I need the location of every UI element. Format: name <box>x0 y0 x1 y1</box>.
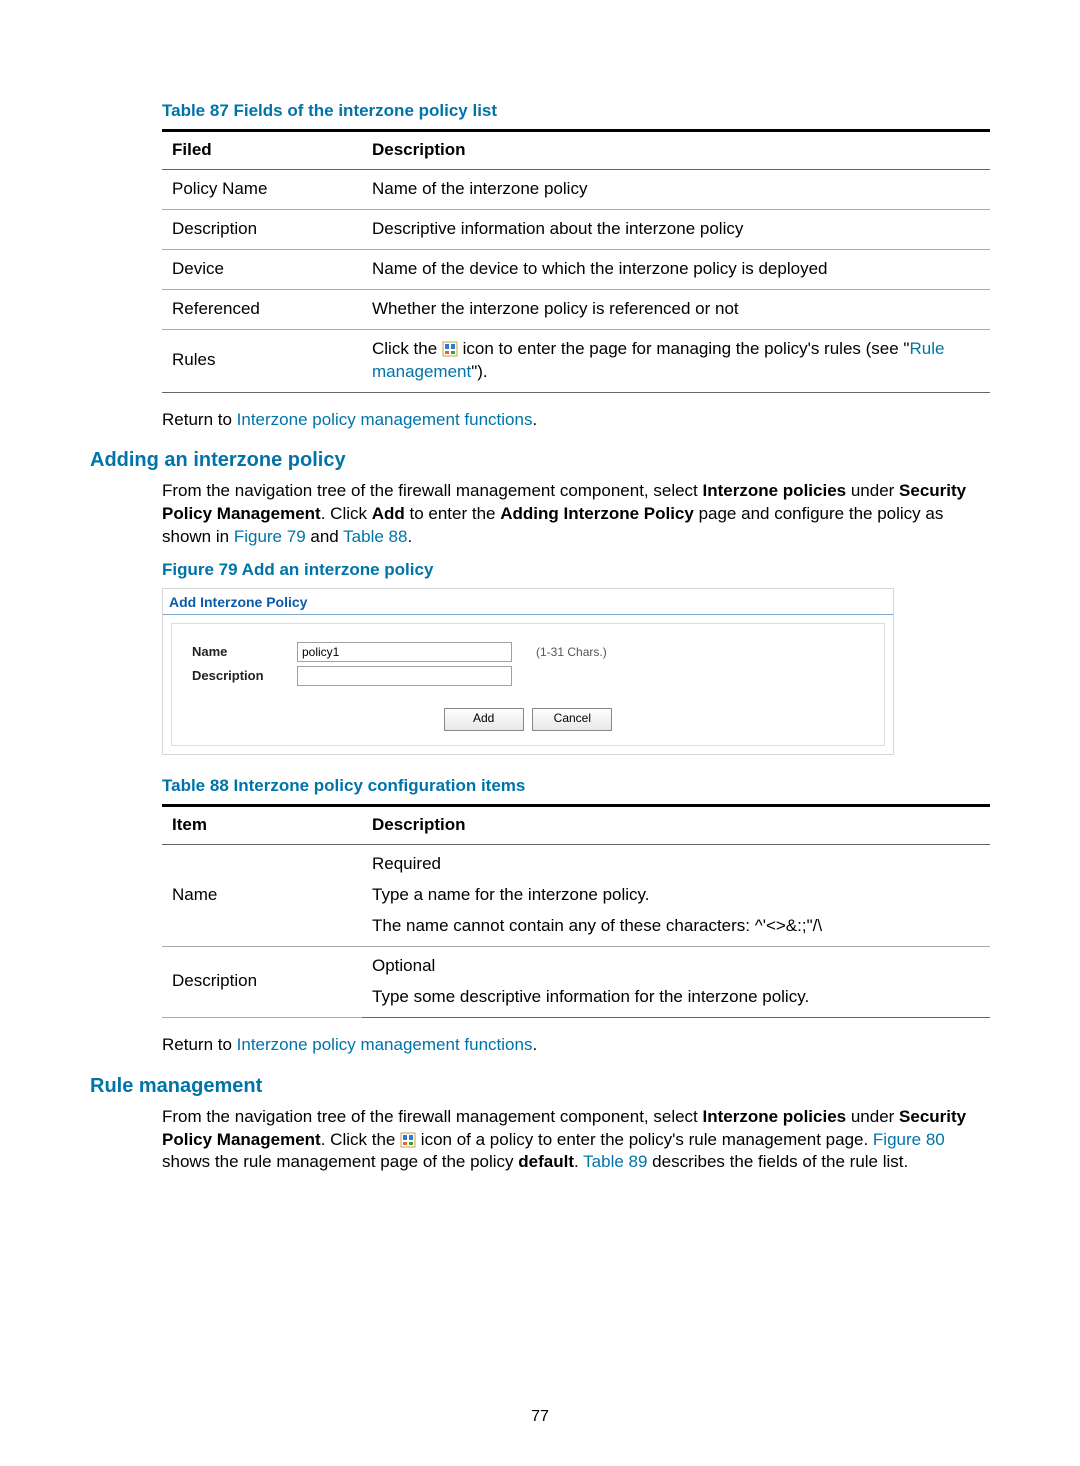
table-row: Referenced Whether the interzone policy … <box>162 289 990 329</box>
figure80-link[interactable]: Figure 80 <box>873 1130 945 1149</box>
txt: under <box>846 1107 899 1126</box>
table-row: Device Name of the device to which the i… <box>162 249 990 289</box>
table-row: Rules Click the icon to enter the page f… <box>162 329 990 392</box>
cell-text: Click the <box>372 339 442 358</box>
table88-link[interactable]: Table 88 <box>343 527 407 546</box>
return-line: Return to Interzone policy management fu… <box>162 409 990 432</box>
heading-adding-interzone-policy: Adding an interzone policy <box>90 449 990 472</box>
cell-field: Policy Name <box>162 169 362 209</box>
name-input[interactable] <box>297 642 512 662</box>
heading-rule-management: Rule management <box>90 1075 990 1098</box>
table87: Filed Description Policy Name Name of th… <box>162 129 990 393</box>
txt: to enter the <box>405 504 500 523</box>
bold-interzone-policies: Interzone policies <box>703 481 847 500</box>
rules-icon <box>442 341 458 357</box>
table87-header-filed: Filed <box>162 130 362 169</box>
table-row: Policy Name Name of the interzone policy <box>162 169 990 209</box>
cell-desc: Name of the interzone policy <box>362 169 990 209</box>
table87-header-desc: Description <box>362 130 990 169</box>
txt: describes the fields of the rule list. <box>647 1152 908 1171</box>
interzone-mgmt-link[interactable]: Interzone policy management functions <box>237 410 533 429</box>
bold-adding-page: Adding Interzone Policy <box>500 504 694 523</box>
page-number: 77 <box>0 1408 1080 1426</box>
divider <box>163 614 893 615</box>
txt: . <box>574 1152 583 1171</box>
table88-header-desc: Description <box>362 806 990 845</box>
figure79-screenshot: Add Interzone Policy Name (1-31 Chars.) … <box>162 588 894 755</box>
return-text: Return to <box>162 410 237 429</box>
txt: under <box>846 481 899 500</box>
description-input[interactable] <box>297 666 512 686</box>
name-label: Name <box>192 643 297 661</box>
table88: Item Description NameRequiredType a name… <box>162 804 990 1018</box>
rules-icon <box>400 1132 416 1148</box>
table87-caption: Table 87 Fields of the interzone policy … <box>162 100 990 123</box>
cell-desc: Required <box>362 844 990 879</box>
cell-item: Name <box>162 844 362 946</box>
cell-field: Rules <box>162 329 362 392</box>
cell-desc: Name of the device to which the interzon… <box>362 249 990 289</box>
cancel-button[interactable]: Cancel <box>532 708 612 731</box>
txt: icon of a policy to enter the policy's r… <box>416 1130 873 1149</box>
return-line: Return to Interzone policy management fu… <box>162 1034 990 1057</box>
figure79-caption: Figure 79 Add an interzone policy <box>162 559 990 582</box>
txt: and <box>306 527 344 546</box>
cell-field: Referenced <box>162 289 362 329</box>
cell-desc: Type some descriptive information for th… <box>362 982 990 1017</box>
txt: shows the rule management page of the po… <box>162 1152 518 1171</box>
table88-header-item: Item <box>162 806 362 845</box>
txt: . <box>407 527 412 546</box>
txt: From the navigation tree of the firewall… <box>162 1107 703 1126</box>
cell-desc: Type a name for the interzone policy. <box>362 880 990 911</box>
txt: . Click <box>321 504 372 523</box>
name-hint: (1-31 Chars.) <box>536 644 607 660</box>
txt: From the navigation tree of the firewall… <box>162 481 703 500</box>
table88-caption: Table 88 Interzone policy configuration … <box>162 775 990 798</box>
cell-item: Description <box>162 946 362 1017</box>
bold-default: default <box>518 1152 574 1171</box>
table-row: NameRequired <box>162 844 990 879</box>
table-row: Description Descriptive information abou… <box>162 209 990 249</box>
return-tail: . <box>532 1035 537 1054</box>
return-text: Return to <box>162 1035 237 1054</box>
add-paragraph: From the navigation tree of the firewall… <box>162 480 990 549</box>
txt: . Click the <box>321 1130 400 1149</box>
return-tail: . <box>532 410 537 429</box>
table-row: DescriptionOptional <box>162 946 990 981</box>
cell-field: Device <box>162 249 362 289</box>
bold-interzone-policies: Interzone policies <box>703 1107 847 1126</box>
bold-add: Add <box>372 504 405 523</box>
cell-text: "). <box>471 362 487 381</box>
cell-field: Description <box>162 209 362 249</box>
cell-desc: Optional <box>362 946 990 981</box>
table89-link[interactable]: Table 89 <box>583 1152 647 1171</box>
figure79-link[interactable]: Figure 79 <box>234 527 306 546</box>
interzone-mgmt-link[interactable]: Interzone policy management functions <box>237 1035 533 1054</box>
add-button[interactable]: Add <box>444 708 524 731</box>
cell-desc: Descriptive information about the interz… <box>362 209 990 249</box>
dialog-title: Add Interzone Policy <box>163 589 893 614</box>
cell-desc: Whether the interzone policy is referenc… <box>362 289 990 329</box>
rule-paragraph: From the navigation tree of the firewall… <box>162 1106 990 1175</box>
description-label: Description <box>192 667 297 685</box>
cell-desc: Click the icon to enter the page for man… <box>362 329 990 392</box>
cell-desc: The name cannot contain any of these cha… <box>362 911 990 946</box>
cell-text: icon to enter the page for managing the … <box>458 339 910 358</box>
